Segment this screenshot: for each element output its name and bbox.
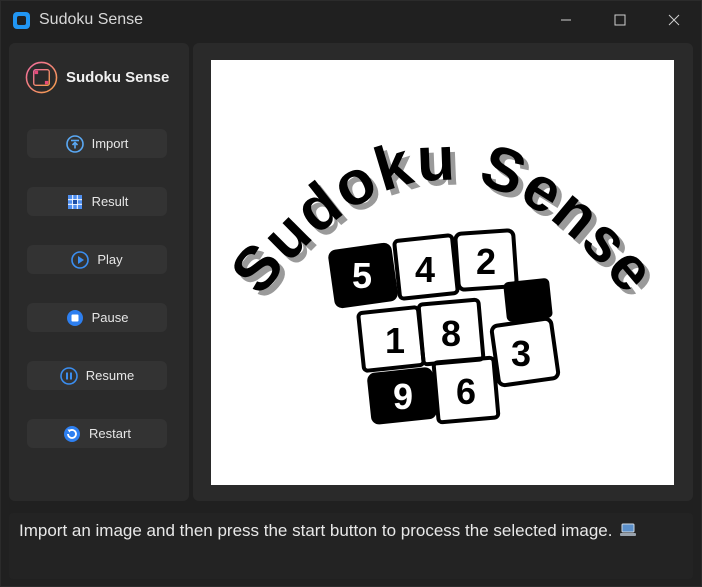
sidebar: Sudoku Sense Import Result Play Pause Re… [9,43,189,501]
grid-digit: 4 [415,249,435,290]
status-panel: Import an image and then press the start… [9,513,693,579]
brand: Sudoku Sense [25,61,169,94]
minimize-button[interactable] [539,1,593,39]
pause-icon [66,309,84,327]
pause-label: Pause [91,310,129,325]
maximize-icon [614,14,626,26]
sudoku-sense-logo-image: Sudoku Sense Sudoku Sense 5 4 2 1 8 9 6 … [218,124,673,425]
app-window: Sudoku Sense Sudoku Sense Import Result … [0,0,702,587]
status-message: Import an image and then press the start… [19,521,613,540]
grid-digit: 2 [476,241,496,282]
window-title: Sudoku Sense [39,11,144,28]
minimize-icon [561,19,571,21]
import-icon [65,134,84,153]
grid-digit: 1 [385,320,405,361]
restart-icon [63,425,81,443]
close-button[interactable] [647,1,701,39]
restart-button[interactable]: Restart [27,419,167,448]
restart-label: Restart [89,426,131,441]
grid-icon [66,193,84,211]
logo-title: Sudoku Sense [218,124,668,306]
laptop-icon [619,522,637,542]
close-icon [668,14,680,26]
title-bar: Sudoku Sense [1,1,701,39]
maximize-button[interactable] [593,1,647,39]
play-label: Play [97,252,123,267]
svg-text:Sudoku Sense: Sudoku Sense [218,124,670,306]
status-message-row: Import an image and then press the start… [19,521,637,542]
grid-digit: 6 [456,371,476,412]
result-label: Result [91,194,129,209]
image-preview: Sudoku Sense Sudoku Sense 5 4 2 1 8 9 6 … [211,60,674,485]
grid-digit: 3 [511,333,531,374]
grid-digit: 9 [393,376,413,417]
app-icon [13,11,30,29]
import-label: Import [91,136,129,151]
resume-label: Resume [85,368,135,383]
import-button[interactable]: Import [27,129,167,158]
sudoku-logo-icon [25,61,58,94]
grid-digit: 5 [352,255,372,296]
resume-button[interactable]: Resume [27,361,167,390]
play-icon [71,250,90,269]
play-button[interactable]: Play [27,245,167,274]
result-button[interactable]: Result [27,187,167,216]
brand-name: Sudoku Sense [66,69,170,86]
resume-icon [59,366,78,385]
pause-button[interactable]: Pause [27,303,167,332]
window-controls [539,1,701,39]
grid-digit: 8 [441,313,461,354]
preview-panel: Sudoku Sense Sudoku Sense 5 4 2 1 8 9 6 … [193,43,693,501]
